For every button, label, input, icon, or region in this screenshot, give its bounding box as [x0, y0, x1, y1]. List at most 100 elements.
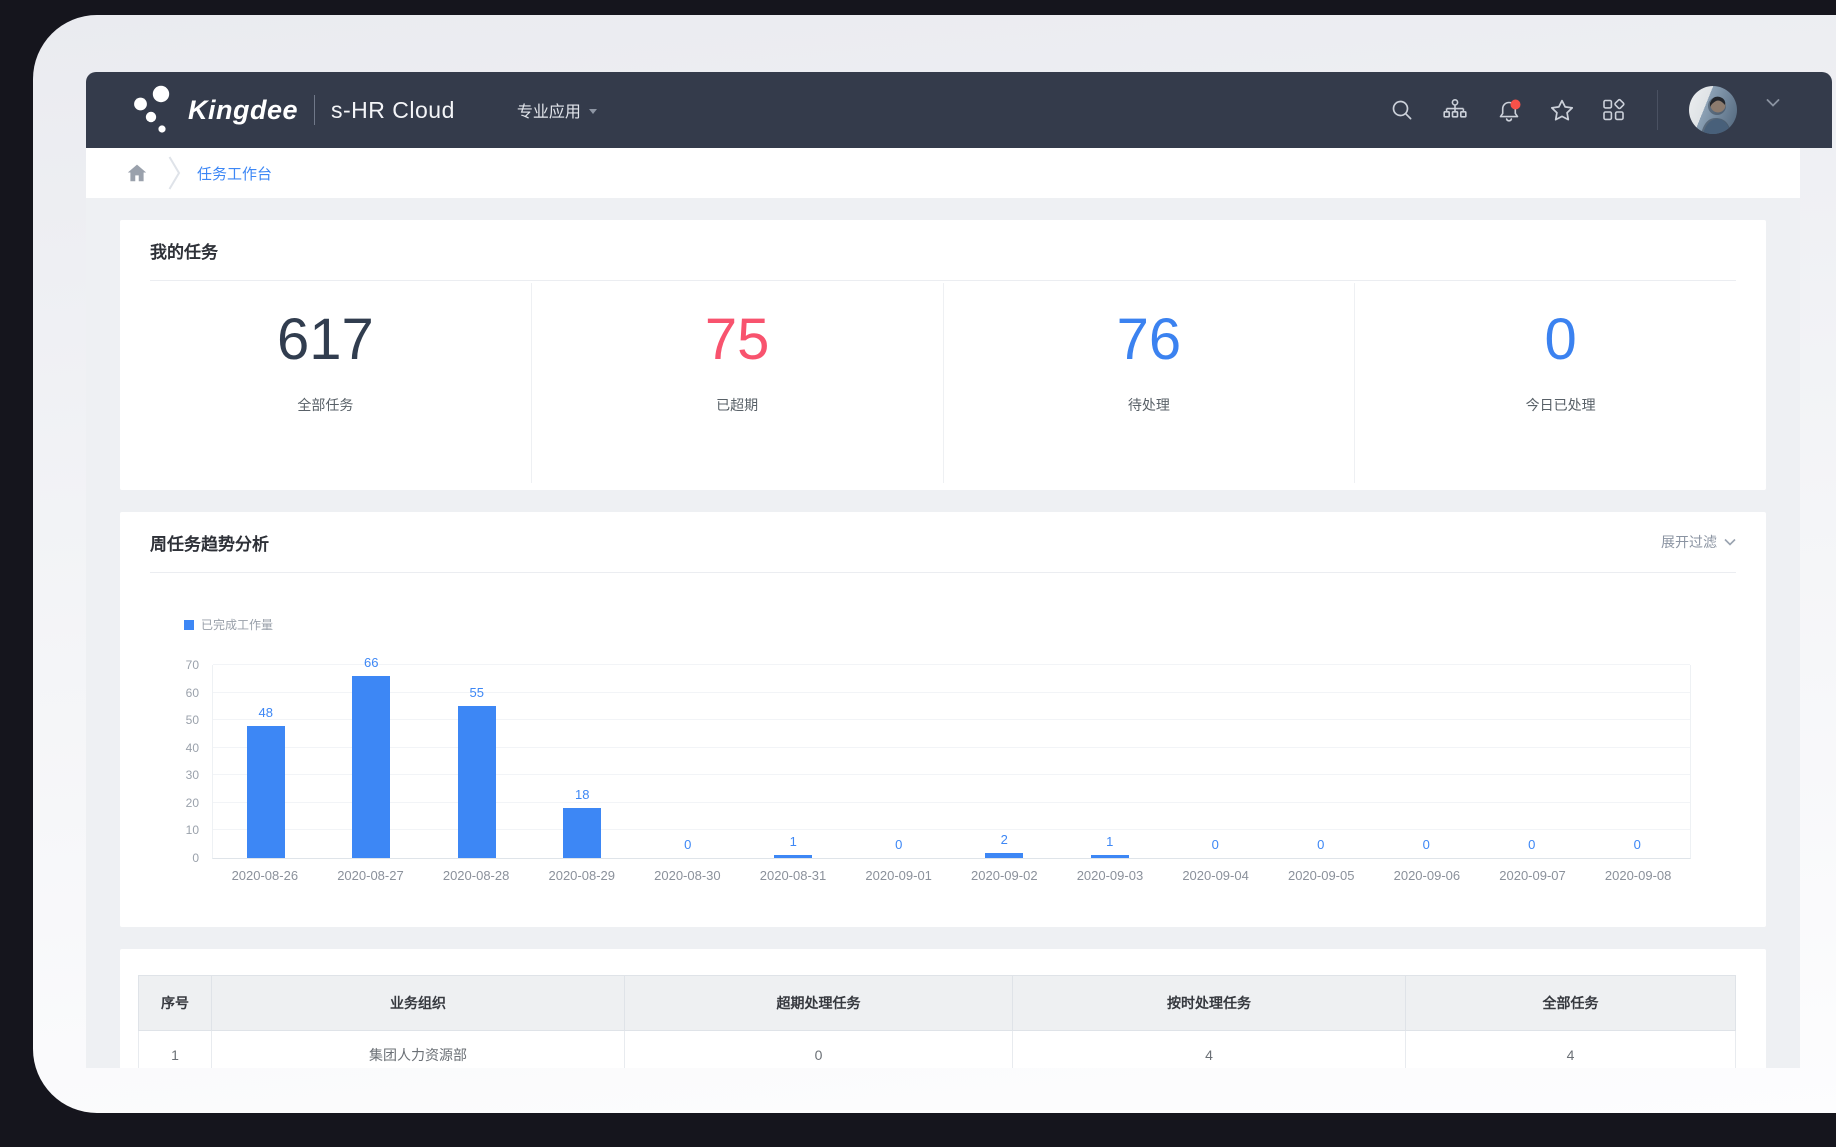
menu-professional-apps[interactable]: 专业应用: [517, 98, 597, 122]
menu-label: 专业应用: [517, 98, 581, 122]
x-axis-tick-label: 2020-08-26: [212, 868, 318, 883]
bar-value-label: 0: [1374, 838, 1480, 852]
org-table-header-cell: 全部任务: [1406, 976, 1736, 1031]
bar-value-label: 2: [952, 833, 1058, 847]
navbar-left-group: Kingdee s-HR Cloud 专业应用: [86, 83, 597, 137]
org-table-row[interactable]: 1集团人力资源部044: [139, 1031, 1736, 1069]
breadcrumb-separator-icon: [168, 155, 181, 191]
legend-swatch: [184, 620, 194, 630]
bar[interactable]: [985, 853, 1023, 859]
my-tasks-title: 我的任务: [150, 238, 218, 263]
product-name: s-HR Cloud: [331, 97, 455, 124]
bar-cell-2020-09-01[interactable]: 0: [846, 665, 952, 858]
profile-chevron-down-icon[interactable]: [1766, 98, 1780, 122]
org-table-header-cell: 超期处理任务: [625, 976, 1013, 1031]
stat-label: 已超期: [532, 395, 943, 415]
y-axis-tick-label: 70: [186, 659, 199, 671]
bar-cell-2020-08-30[interactable]: 0: [635, 665, 741, 858]
stat-cell-3[interactable]: 0今日已处理: [1354, 283, 1766, 483]
org-table-cell: 1: [139, 1031, 212, 1069]
bar-cell-2020-08-27[interactable]: 66: [319, 665, 425, 858]
stat-cell-2[interactable]: 76 待处理: [943, 283, 1355, 483]
org-table-header-cell: 序号: [139, 976, 212, 1031]
bar[interactable]: [563, 808, 601, 858]
apps-grid-icon[interactable]: [1602, 98, 1626, 122]
bar-cell-2020-09-04[interactable]: 0: [1163, 665, 1269, 858]
x-axis-tick-label: 2020-09-02: [951, 868, 1057, 883]
bar-cell-2020-08-26[interactable]: 48: [213, 665, 319, 858]
bar-value-label: 66: [319, 656, 425, 670]
trend-title: 周任务趋势分析: [150, 530, 269, 555]
y-axis-tick-label: 0: [192, 852, 199, 864]
y-axis-tick-label: 10: [186, 824, 199, 836]
bar-cell-2020-08-31[interactable]: 1: [741, 665, 847, 858]
bar-value-label: 0: [635, 838, 741, 852]
bar-chart-plot: 010203040506070486655180102100000: [212, 665, 1691, 859]
filter-chevron-down-icon: [1724, 538, 1736, 546]
my-tasks-card: 我的任务 617全部任务75 已超期 76 待处理0今日已处理: [120, 220, 1766, 490]
stat-label: 待处理: [944, 395, 1355, 415]
brand-name: Kingdee: [188, 95, 298, 126]
bar-cell-2020-08-29[interactable]: 18: [530, 665, 636, 858]
chart-legend-item[interactable]: 已完成工作量: [184, 616, 273, 633]
chart-x-axis-labels: 2020-08-262020-08-272020-08-282020-08-29…: [212, 868, 1691, 883]
bar-value-label: 0: [1163, 838, 1269, 852]
breadcrumb-current[interactable]: 任务工作台: [197, 163, 272, 184]
x-axis-tick-label: 2020-09-04: [1163, 868, 1269, 883]
bar-value-label: 48: [213, 706, 319, 720]
stat-value: 76: [944, 309, 1355, 371]
x-axis-tick-label: 2020-08-27: [318, 868, 424, 883]
caret-down-icon: [589, 109, 597, 114]
org-table-header-row: 序号业务组织超期处理任务按时处理任务全部任务: [139, 976, 1736, 1031]
org-table-header-cell: 业务组织: [212, 976, 625, 1031]
x-axis-tick-label: 2020-09-01: [846, 868, 952, 883]
x-axis-tick-label: 2020-09-05: [1268, 868, 1374, 883]
bar-cell-2020-09-03[interactable]: 1: [1057, 665, 1163, 858]
y-axis-tick-label: 40: [186, 742, 199, 754]
favorites-star-icon[interactable]: [1549, 98, 1573, 122]
x-axis-tick-label: 2020-08-29: [529, 868, 635, 883]
org-table-cell: 4: [1013, 1031, 1406, 1069]
app-viewport: 任务工作台 我的任务 617全部任务75已超期76待处理0今日已处理 周任务趋势…: [86, 148, 1800, 1068]
notification-bell-icon[interactable]: [1496, 98, 1520, 122]
stat-cell-0[interactable]: 617全部任务: [120, 283, 531, 483]
y-axis-tick-label: 60: [186, 687, 199, 699]
x-axis-tick-label: 2020-08-30: [635, 868, 741, 883]
bar-value-label: 18: [530, 788, 636, 802]
x-axis-tick-label: 2020-09-06: [1374, 868, 1480, 883]
search-icon[interactable]: [1390, 98, 1414, 122]
bar-cell-2020-09-02[interactable]: 2: [952, 665, 1058, 858]
bar[interactable]: [352, 676, 390, 858]
org-table-header-cell: 按时处理任务: [1013, 976, 1406, 1031]
bar[interactable]: [774, 855, 812, 858]
stat-value: 617: [120, 309, 531, 371]
bar[interactable]: [1091, 855, 1129, 858]
stat-value: 75: [532, 309, 943, 371]
org-table-cell: 0: [625, 1031, 1013, 1069]
org-tree-icon[interactable]: [1443, 98, 1467, 122]
stat-cell-1[interactable]: 75 已超期: [531, 283, 943, 483]
x-axis-tick-label: 2020-08-28: [423, 868, 529, 883]
navbar-right-group: [1390, 86, 1780, 134]
expand-filter-toggle[interactable]: 展开过滤: [1661, 532, 1736, 552]
bar-value-label: 1: [1057, 835, 1163, 849]
home-icon[interactable]: [126, 162, 148, 184]
org-table-cell: 4: [1406, 1031, 1736, 1069]
trend-card: 周任务趋势分析 展开过滤 已完成工作量 01020304050607048665…: [120, 512, 1766, 927]
bar-cell-2020-09-08[interactable]: 0: [1585, 665, 1691, 858]
navbar-divider: [1657, 90, 1658, 130]
bar-cell-2020-09-05[interactable]: 0: [1268, 665, 1374, 858]
bar-cell-2020-09-06[interactable]: 0: [1374, 665, 1480, 858]
bar[interactable]: [458, 706, 496, 858]
bar-cell-2020-08-28[interactable]: 55: [424, 665, 530, 858]
user-avatar[interactable]: [1689, 86, 1737, 134]
bar[interactable]: [247, 726, 285, 858]
stat-value: 0: [1355, 309, 1766, 371]
bar-value-label: 0: [1268, 838, 1374, 852]
my-tasks-header: 我的任务: [150, 220, 1736, 281]
notification-dot: [1511, 100, 1521, 110]
trend-header: 周任务趋势分析 展开过滤: [150, 512, 1736, 573]
bar-cell-2020-09-07[interactable]: 0: [1479, 665, 1585, 858]
org-table-head: 序号业务组织超期处理任务按时处理任务全部任务: [139, 976, 1736, 1031]
bar-value-label: 1: [741, 835, 847, 849]
